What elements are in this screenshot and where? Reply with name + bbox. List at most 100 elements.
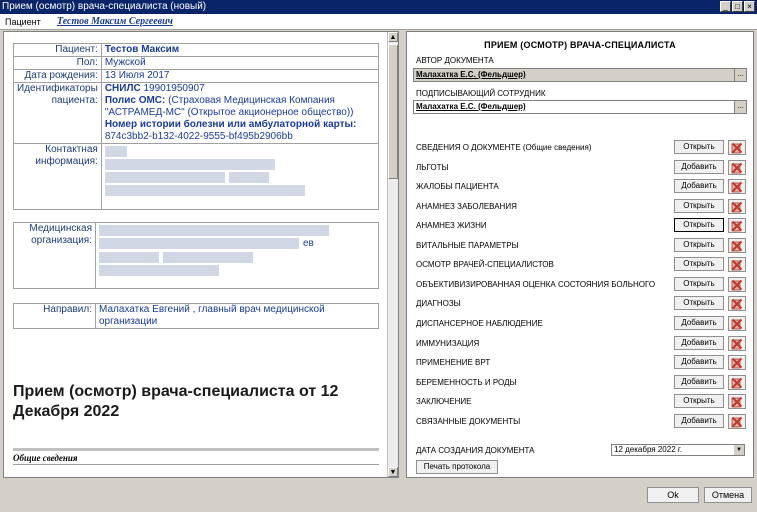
cancel-button[interactable]: Отмена	[704, 487, 752, 503]
delete-section-button[interactable]	[728, 198, 746, 214]
section-label: ЛЬГОТЫ	[416, 162, 449, 172]
delete-section-button[interactable]	[728, 159, 746, 175]
add-section-button[interactable]: Добавить	[674, 159, 724, 174]
oms-label: Полис ОМС:	[104, 95, 166, 106]
section-label: СВЯЗАННЫЕ ДОКУМЕНТЫ	[416, 416, 521, 426]
delete-section-button[interactable]	[728, 394, 746, 410]
section-row: ОБЪЕКТИВИЗИРОВАННАЯ ОЦЕНКА СОСТОЯНИЯ БОЛ…	[416, 276, 746, 293]
delete-section-button[interactable]	[728, 276, 746, 292]
document-preview[interactable]: Пациент: Тестов Максим Пол: Мужской Дата…	[3, 31, 399, 478]
section-row: АНАМНЕЗ ЖИЗНИ Открыть	[416, 218, 746, 234]
delete-section-button[interactable]	[728, 257, 746, 273]
add-section-button[interactable]: Добавить	[674, 315, 724, 330]
document-title: Прием (осмотр) врача-специалиста от 12 Д…	[13, 383, 339, 420]
section-row: СВЯЗАННЫЕ ДОКУМЕНТЫ Добавить	[416, 413, 746, 430]
contact-label: Контактная информация:	[13, 143, 102, 210]
delete-icon	[731, 279, 743, 291]
delete-icon	[731, 338, 743, 349]
add-section-button[interactable]: Добавить	[674, 179, 724, 194]
organization-fragment: ев	[303, 238, 314, 249]
delete-section-button[interactable]	[728, 374, 746, 390]
section-row: БЕРЕМЕННОСТЬ И РОДЫ Добавить	[416, 374, 746, 391]
organization-value-redacted: ев	[95, 222, 379, 289]
add-section-button[interactable]: Добавить	[674, 335, 724, 350]
delete-icon	[731, 416, 743, 428]
add-section-button[interactable]: Добавить	[674, 355, 724, 370]
creation-date-value: 12 декабря 2022 г.	[614, 445, 683, 454]
snils-label: СНИЛС	[104, 83, 141, 94]
scroll-thumb[interactable]	[388, 44, 398, 179]
preview-scrollbar[interactable]: ▲ ▼	[387, 32, 398, 477]
delete-section-button[interactable]	[728, 413, 746, 429]
general-section-underline	[13, 464, 379, 465]
section-label: СВЕДЕНИЯ О ДОКУМЕНТЕ (Общие сведения)	[416, 143, 592, 152]
section-label: ИММУНИЗАЦИЯ	[416, 338, 480, 348]
close-button[interactable]: ×	[744, 1, 755, 12]
section-row: СВЕДЕНИЯ О ДОКУМЕНТЕ (Общие сведения) Отк…	[416, 140, 746, 156]
open-section-button[interactable]: Открыть	[674, 296, 724, 311]
section-label: АНАМНЕЗ ЖИЗНИ	[416, 221, 487, 231]
delete-section-button[interactable]	[728, 296, 746, 312]
delete-section-button[interactable]	[728, 140, 746, 155]
chevron-down-icon[interactable]: ▼	[734, 445, 744, 455]
section-label: ЗАКЛЮЧЕНИЕ	[416, 397, 472, 407]
section-row: ОСМОТР ВРАЧЕЙ-СПЕЦИАЛИСТОВ Открыть	[416, 257, 746, 273]
open-section-button[interactable]: Открыть	[674, 276, 724, 291]
patient-label: Пациент:	[13, 43, 102, 57]
patient-bar: Пациент Тестов Максим Сергеевич	[0, 14, 757, 30]
history-value: 874c3bb2-b132-4022-9555-bf495b2906bb	[104, 131, 293, 142]
delete-section-button[interactable]	[728, 237, 746, 253]
section-label: ДИАГНОЗЫ	[416, 299, 461, 309]
section-row: АНАМНЕЗ ЗАБОЛЕВАНИЯ Открыть	[416, 198, 746, 215]
section-label: ОБЪЕКТИВИЗИРОВАННАЯ ОЦЕНКА СОСТОЯНИЯ БОЛ…	[416, 279, 656, 289]
author-label: АВТОР ДОКУМЕНТА	[416, 56, 494, 65]
delete-icon	[731, 240, 743, 252]
section-label: ВИТАЛЬНЫЕ ПАРАМЕТРЫ	[416, 240, 519, 250]
dialog-footer: Ok Отмена	[0, 481, 757, 512]
patient-bar-link[interactable]: Тестов Максим Сергеевич	[57, 14, 173, 30]
delete-section-button[interactable]	[728, 179, 746, 195]
delete-section-button[interactable]	[728, 335, 746, 351]
open-section-button[interactable]: Открыть	[674, 140, 724, 154]
delete-icon	[731, 181, 743, 193]
signer-browse-button[interactable]: ...	[734, 101, 746, 113]
identifiers-label: Идентификаторы пациента:	[13, 82, 102, 144]
open-section-button[interactable]: Открыть	[674, 257, 724, 272]
identifiers-value: СНИЛС 19901950907 Полис ОМС: (Страховая …	[100, 82, 380, 144]
section-row: ЛЬГОТЫ Добавить	[416, 159, 746, 176]
section-row: ПРИМЕНЕНИЕ ВРТ Добавить	[416, 355, 746, 371]
referrer-label: Направил:	[13, 303, 96, 329]
author-value: Малахатка Е.С. (Фельдшер)	[416, 70, 526, 79]
ok-button[interactable]: Ok	[647, 487, 699, 503]
delete-icon	[731, 299, 743, 310]
add-section-button[interactable]: Добавить	[674, 413, 724, 428]
creation-date-picker[interactable]: 12 декабря 2022 г. ▼	[611, 444, 745, 456]
scroll-up-icon[interactable]: ▲	[388, 32, 398, 42]
history-label: Номер истории болезни или амбулаторной к…	[104, 119, 357, 130]
open-section-button[interactable]: Открыть	[674, 218, 724, 233]
open-section-button[interactable]: Открыть	[674, 394, 724, 409]
delete-section-button[interactable]	[728, 355, 746, 371]
maximize-button[interactable]: □	[732, 1, 743, 12]
author-browse-button[interactable]: ...	[734, 69, 746, 81]
delete-section-button[interactable]	[728, 315, 746, 331]
sex-value: Мужской	[100, 56, 380, 70]
delete-icon	[731, 201, 743, 213]
document-sections-panel: ПРИЕМ (ОСМОТР) ВРАЧА-СПЕЦИАЛИСТА АВТОР Д…	[406, 31, 754, 478]
print-protocol-button[interactable]: Печать протокола	[416, 460, 498, 474]
patient-bar-label: Пациент	[5, 17, 41, 27]
delete-section-button[interactable]	[728, 218, 746, 234]
delete-icon	[731, 162, 743, 173]
section-label: ДИСПАНСЕРНОЕ НАБЛЮДЕНИЕ	[416, 318, 543, 328]
signer-field[interactable]: Малахатка Е.С. (Фельдшер) ...	[413, 100, 747, 114]
dob-value: 13 Июля 2017	[100, 69, 380, 83]
author-field[interactable]: Малахатка Е.С. (Фельдшер) ...	[413, 68, 747, 82]
open-section-button[interactable]: Открыть	[674, 198, 724, 213]
sections-header: ПРИЕМ (ОСМОТР) ВРАЧА-СПЕЦИАЛИСТА	[484, 40, 676, 50]
add-section-button[interactable]: Добавить	[674, 374, 724, 389]
scroll-down-icon[interactable]: ▼	[388, 467, 398, 477]
open-section-button[interactable]: Открыть	[674, 237, 724, 252]
delete-icon	[731, 260, 743, 271]
section-row: ДИСПАНСЕРНОЕ НАБЛЮДЕНИЕ Добавить	[416, 315, 746, 332]
minimize-button[interactable]: _	[720, 1, 731, 12]
